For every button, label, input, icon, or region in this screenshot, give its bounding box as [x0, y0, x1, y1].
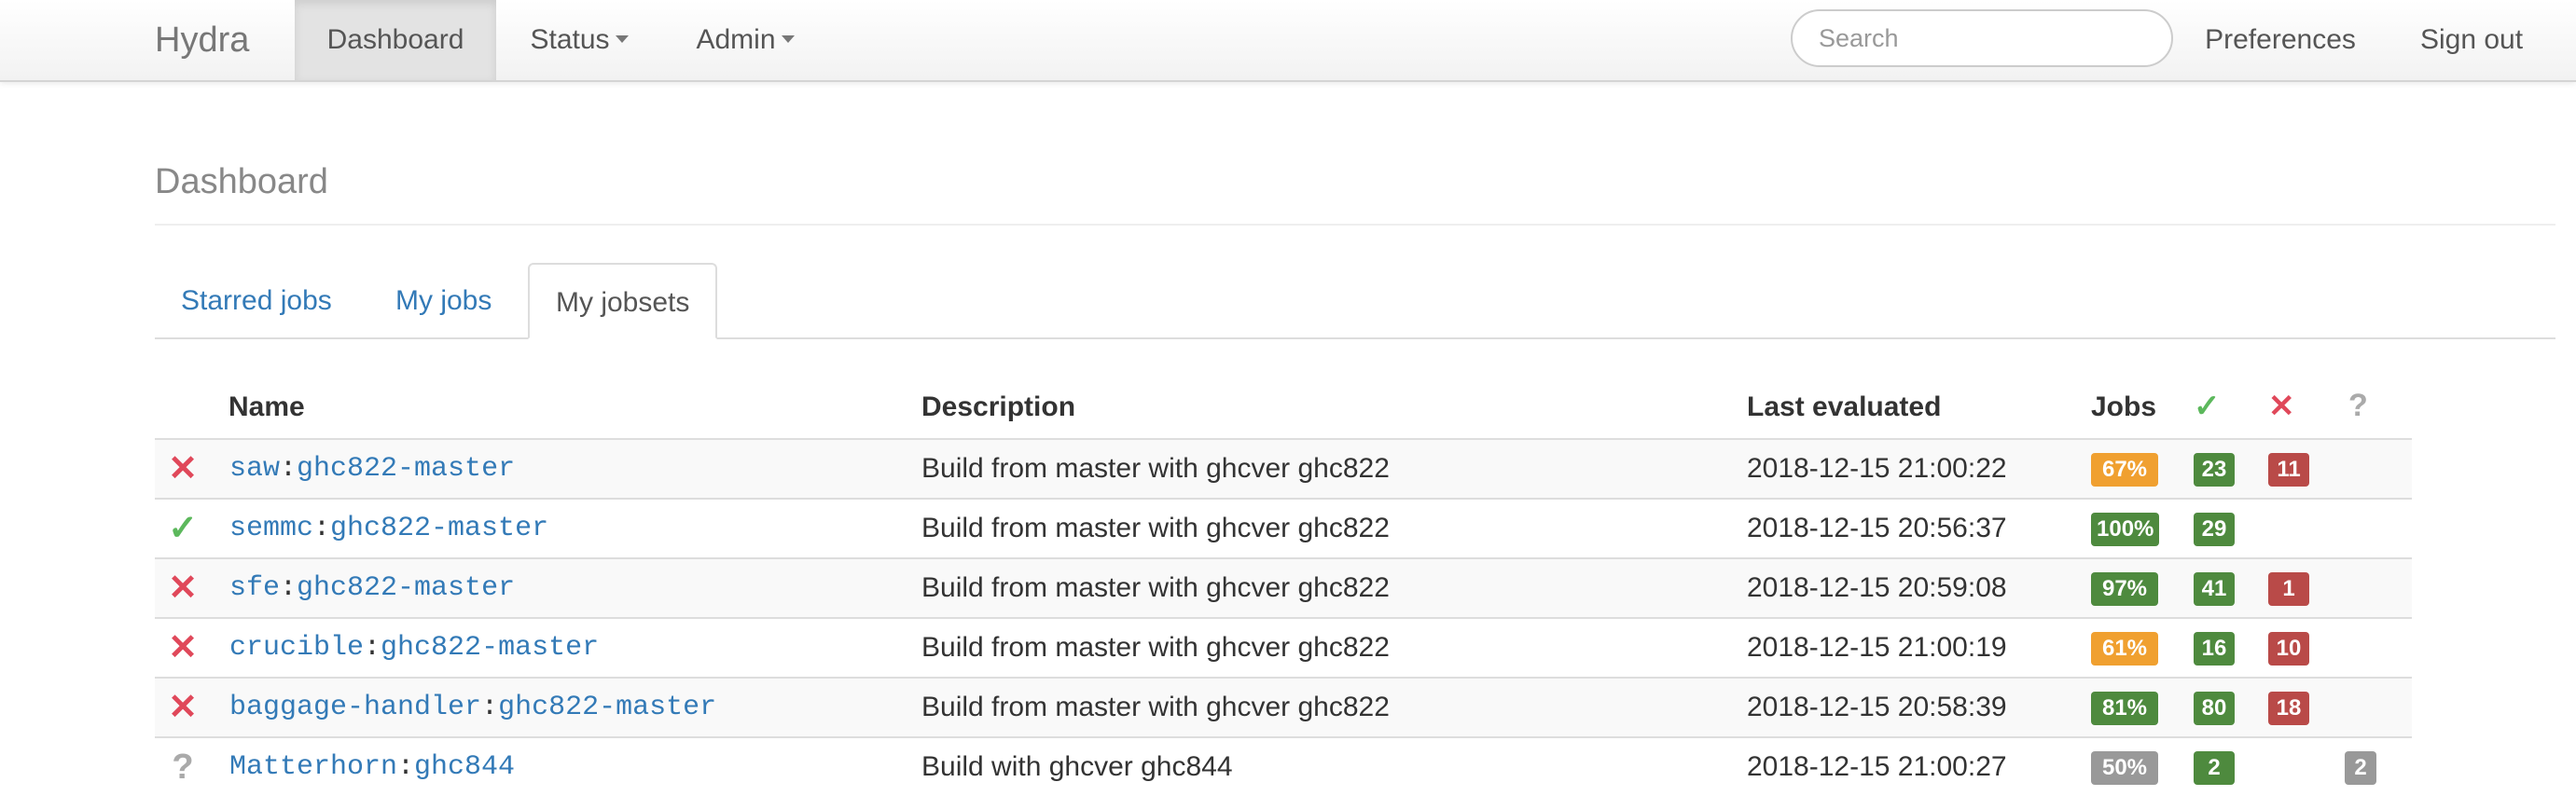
succeeded-check-icon: ✓ [168, 509, 198, 548]
table-row: ✓ semmc:ghc822-master Build from master … [155, 498, 2412, 557]
last-evaluated: 2018-12-15 21:00:19 [1747, 632, 2007, 663]
nav-sign-out[interactable]: Sign out [2406, 0, 2537, 80]
caret-down-icon [781, 35, 795, 44]
jobset-description: Build from master with ghcver ghc822 [921, 692, 1390, 722]
table-row: ✕ crucible:ghc822-master Build from mast… [155, 617, 2412, 677]
title-divider [155, 224, 2555, 226]
last-evaluated: 2018-12-15 21:00:22 [1747, 453, 2007, 484]
jobset-link[interactable]: ghc822-master [330, 513, 548, 544]
jobset-description: Build with ghcver ghc844 [921, 751, 1233, 782]
succeeded-count-badge: 2 [2194, 751, 2235, 785]
failed-count-badge: 10 [2268, 632, 2309, 666]
jobset-description: Build from master with ghcver ghc822 [921, 572, 1390, 603]
succeeded-count-badge: 16 [2194, 632, 2235, 666]
project-link[interactable]: baggage-handler [229, 692, 481, 723]
table-row: ✕ sfe:ghc822-master Build from master wi… [155, 557, 2412, 617]
failed-x-icon: ✕ [2268, 389, 2295, 424]
col-header-name: Name [229, 391, 305, 422]
nav-admin-label: Admin [696, 24, 776, 55]
succeeded-count-badge: 80 [2194, 692, 2235, 725]
last-evaluated: 2018-12-15 20:56:37 [1747, 513, 2007, 543]
table-row: ✕ saw:ghc822-master Build from master wi… [155, 438, 2412, 498]
jobset-name: semmc:ghc822-master [229, 513, 549, 544]
failed-count-badge: 11 [2268, 453, 2309, 487]
failed-x-icon: ✕ [168, 569, 198, 608]
jobset-name: crucible:ghc822-master [229, 632, 600, 664]
page-title: Dashboard [155, 162, 328, 201]
project-link[interactable]: crucible [229, 632, 364, 664]
percent-badge: 97% [2091, 572, 2158, 606]
percent-badge: 81% [2091, 692, 2158, 725]
caret-down-icon [615, 35, 629, 44]
jobset-name: saw:ghc822-master [229, 453, 516, 485]
nav-status-label: Status [530, 24, 610, 55]
table-row: ? Matterhorn:ghc844 Build with ghcver gh… [155, 736, 2412, 796]
failed-x-icon: ✕ [168, 628, 198, 667]
unknown-question-icon: ? [2348, 388, 2368, 423]
percent-badge: 100% [2091, 513, 2160, 546]
unknown-count-badge: 2 [2345, 751, 2376, 785]
percent-badge: 67% [2091, 453, 2158, 487]
failed-count-badge: 1 [2268, 572, 2309, 606]
unknown-question-icon: ? [172, 748, 194, 787]
col-header-last-evaluated: Last evaluated [1747, 391, 1942, 422]
col-header-jobs: Jobs [2091, 391, 2157, 422]
tab-my-jobsets[interactable]: My jobsets [528, 263, 718, 339]
project-link[interactable]: sfe [229, 572, 280, 604]
succeeded-count-badge: 41 [2194, 572, 2235, 606]
jobset-description: Build from master with ghcver ghc822 [921, 513, 1390, 543]
navbar: Hydra Dashboard Status Admin Preferences… [0, 0, 2576, 82]
tabs-divider [155, 337, 2555, 339]
jobset-link[interactable]: ghc822-master [297, 572, 515, 604]
search-input[interactable] [1791, 9, 2173, 67]
jobset-link[interactable]: ghc822-master [297, 453, 515, 485]
jobset-link[interactable]: ghc822-master [381, 632, 599, 664]
nav-dashboard[interactable]: Dashboard [295, 0, 496, 80]
jobset-link[interactable]: ghc822-master [498, 692, 716, 723]
nav-preferences[interactable]: Preferences [2203, 0, 2358, 80]
jobset-link[interactable]: ghc844 [414, 751, 515, 783]
succeeded-check-icon: ✓ [2194, 389, 2221, 424]
last-evaluated: 2018-12-15 21:00:27 [1747, 751, 2007, 782]
project-link[interactable]: semmc [229, 513, 313, 544]
percent-badge: 61% [2091, 632, 2158, 666]
last-evaluated: 2018-12-15 20:59:08 [1747, 572, 2007, 603]
failed-count-badge: 18 [2268, 692, 2309, 725]
last-evaluated: 2018-12-15 20:58:39 [1747, 692, 2007, 722]
nav-dashboard-label: Dashboard [326, 24, 464, 55]
jobset-name: sfe:ghc822-master [229, 572, 516, 604]
project-link[interactable]: Matterhorn [229, 751, 397, 783]
brand-logo[interactable]: Hydra [155, 0, 249, 80]
nav-status-dropdown[interactable]: Status [511, 0, 647, 80]
jobset-description: Build from master with ghcver ghc822 [921, 632, 1390, 663]
jobset-description: Build from master with ghcver ghc822 [921, 453, 1390, 484]
project-link[interactable]: saw [229, 453, 280, 485]
table-row: ✕ baggage-handler:ghc822-master Build fr… [155, 677, 2412, 736]
col-header-description: Description [921, 391, 1076, 422]
tab-my-jobs[interactable]: My jobs [369, 263, 518, 337]
succeeded-count-badge: 29 [2194, 513, 2235, 546]
jobset-name: baggage-handler:ghc822-master [229, 692, 717, 723]
nav-admin-dropdown[interactable]: Admin [677, 0, 813, 80]
jobset-name: Matterhorn:ghc844 [229, 751, 516, 783]
percent-badge: 50% [2091, 751, 2158, 785]
succeeded-count-badge: 23 [2194, 453, 2235, 487]
tab-starred-jobs[interactable]: Starred jobs [155, 263, 358, 337]
failed-x-icon: ✕ [168, 449, 198, 488]
failed-x-icon: ✕ [168, 688, 198, 727]
